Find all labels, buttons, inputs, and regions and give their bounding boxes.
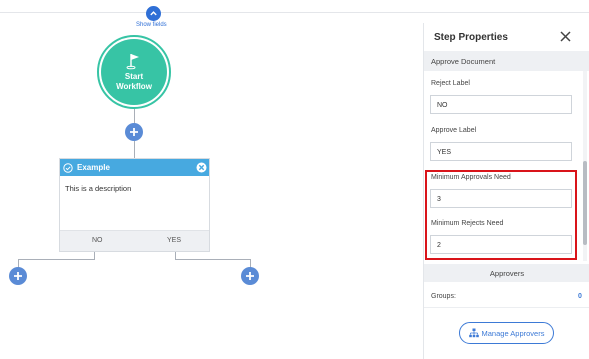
start-node-line2: Workflow [116,82,152,91]
start-workflow-node[interactable]: Start Workflow [101,39,167,105]
start-node-line1: Start [124,72,144,81]
reject-label-input[interactable]: NO [430,95,572,114]
divider [424,307,589,308]
plus-icon [130,128,138,136]
connector-line [134,109,135,124]
connector-line [134,141,135,158]
connector-line [18,259,95,260]
step-card[interactable]: Example This is a description NO YES [59,158,210,252]
panel-title: Step Properties [434,32,508,43]
groups-label: Groups: [431,293,456,300]
add-step-no-branch-button[interactable] [9,267,27,285]
section-header: Approve Document [424,51,589,71]
highlight-box [425,170,577,260]
step-card-header: Example [60,159,209,176]
check-circle-icon [63,162,73,173]
add-step-button[interactable] [125,123,143,141]
approve-label-label: Approve Label [431,127,477,134]
step-card-title: Example [77,163,110,172]
approvers-header: Approvers [424,264,589,282]
step-card-description: This is a description [65,184,132,193]
chevron-up-icon [150,11,157,16]
close-icon[interactable] [559,30,572,43]
branch-yes-label: YES [167,237,182,244]
connector-line [175,259,251,260]
canvas-top-divider [0,12,589,13]
panel-scrollbar-thumb[interactable] [583,161,587,245]
branch-no-label: NO [92,237,103,244]
add-step-yes-branch-button[interactable] [241,267,259,285]
section-title: Approve Document [431,57,496,66]
reject-label-label: Reject Label [431,80,470,87]
manage-approvers-label: Manage Approvers [481,328,545,338]
approve-label-input[interactable]: YES [430,142,572,161]
hierarchy-icon [468,328,479,338]
step-card-footer: NO YES [60,230,209,251]
show-fields-button[interactable] [146,6,161,21]
approvers-title: Approvers [489,269,525,278]
flag-icon [126,54,139,70]
manage-approvers-button[interactable]: Manage Approvers [459,322,554,344]
close-circle-icon[interactable] [196,162,207,173]
show-fields-label[interactable]: Show fields [136,22,167,28]
plus-icon [246,272,254,280]
groups-count[interactable]: 0 [578,293,582,300]
plus-icon [14,272,22,280]
